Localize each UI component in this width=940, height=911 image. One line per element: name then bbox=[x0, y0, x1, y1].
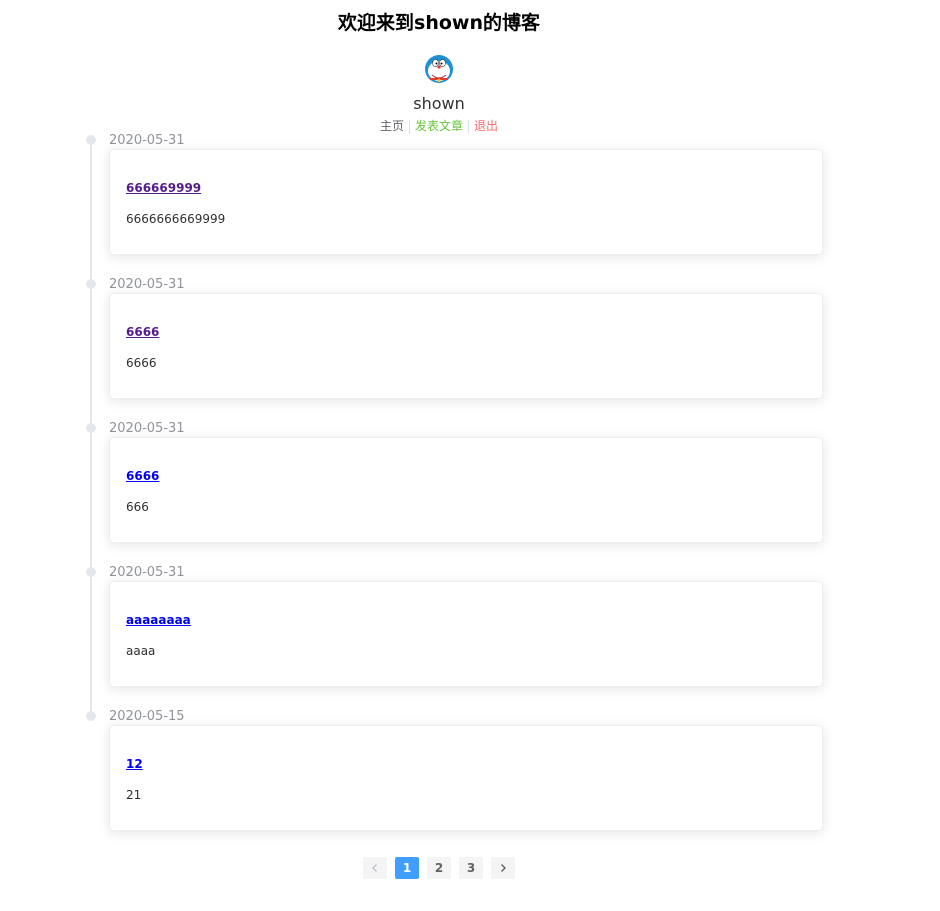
chevron-right-icon bbox=[501, 864, 506, 872]
post-title-link[interactable]: 666669999 bbox=[126, 181, 201, 195]
username: shown bbox=[413, 94, 465, 113]
nav-publish-link[interactable]: 发表文章 bbox=[410, 118, 468, 134]
post-content: aaaa bbox=[126, 644, 156, 658]
post-content: 6666 bbox=[126, 356, 157, 370]
page-button-3[interactable]: 3 bbox=[459, 857, 483, 879]
post-card: 6666 666 bbox=[109, 437, 823, 543]
timeline-dot bbox=[86, 135, 96, 145]
post-content: 666 bbox=[126, 500, 149, 514]
post-content: 21 bbox=[126, 788, 142, 802]
post-title-link[interactable]: 6666 bbox=[126, 469, 159, 483]
avatar bbox=[423, 53, 455, 85]
post-title-link[interactable]: 6666 bbox=[126, 325, 159, 339]
page-button-1[interactable]: 1 bbox=[395, 857, 419, 879]
next-page-button[interactable] bbox=[491, 857, 515, 879]
page-title: 欢迎来到shown的博客 bbox=[338, 12, 540, 34]
doraemon-avatar-icon bbox=[425, 55, 453, 83]
nav-home-link[interactable]: 主页 bbox=[375, 118, 409, 134]
timeline-dot bbox=[86, 711, 96, 721]
page-button-2[interactable]: 2 bbox=[427, 857, 451, 879]
post-card: aaaaaaaa aaaa bbox=[109, 581, 823, 687]
post-date: 2020-05-31 bbox=[109, 565, 185, 580]
timeline-dot bbox=[86, 423, 96, 433]
timeline-dot bbox=[86, 279, 96, 289]
user-nav: 主页 发表文章 退出 bbox=[0, 118, 878, 134]
post-content: 6666666669999 bbox=[126, 212, 226, 226]
nav-logout-link[interactable]: 退出 bbox=[469, 118, 503, 134]
prev-page-button[interactable] bbox=[363, 857, 387, 879]
timeline-dot bbox=[86, 567, 96, 577]
post-date: 2020-05-31 bbox=[109, 277, 185, 292]
post-card: 666669999 6666666669999 bbox=[109, 149, 823, 255]
post-card: 12 21 bbox=[109, 725, 823, 831]
chevron-left-icon bbox=[372, 864, 377, 872]
post-date: 2020-05-31 bbox=[109, 133, 185, 148]
post-date: 2020-05-31 bbox=[109, 421, 185, 436]
post-card: 6666 6666 bbox=[109, 293, 823, 399]
post-date: 2020-05-15 bbox=[109, 709, 185, 724]
post-title-link[interactable]: 12 bbox=[126, 757, 143, 771]
post-title-link[interactable]: aaaaaaaa bbox=[126, 613, 191, 627]
